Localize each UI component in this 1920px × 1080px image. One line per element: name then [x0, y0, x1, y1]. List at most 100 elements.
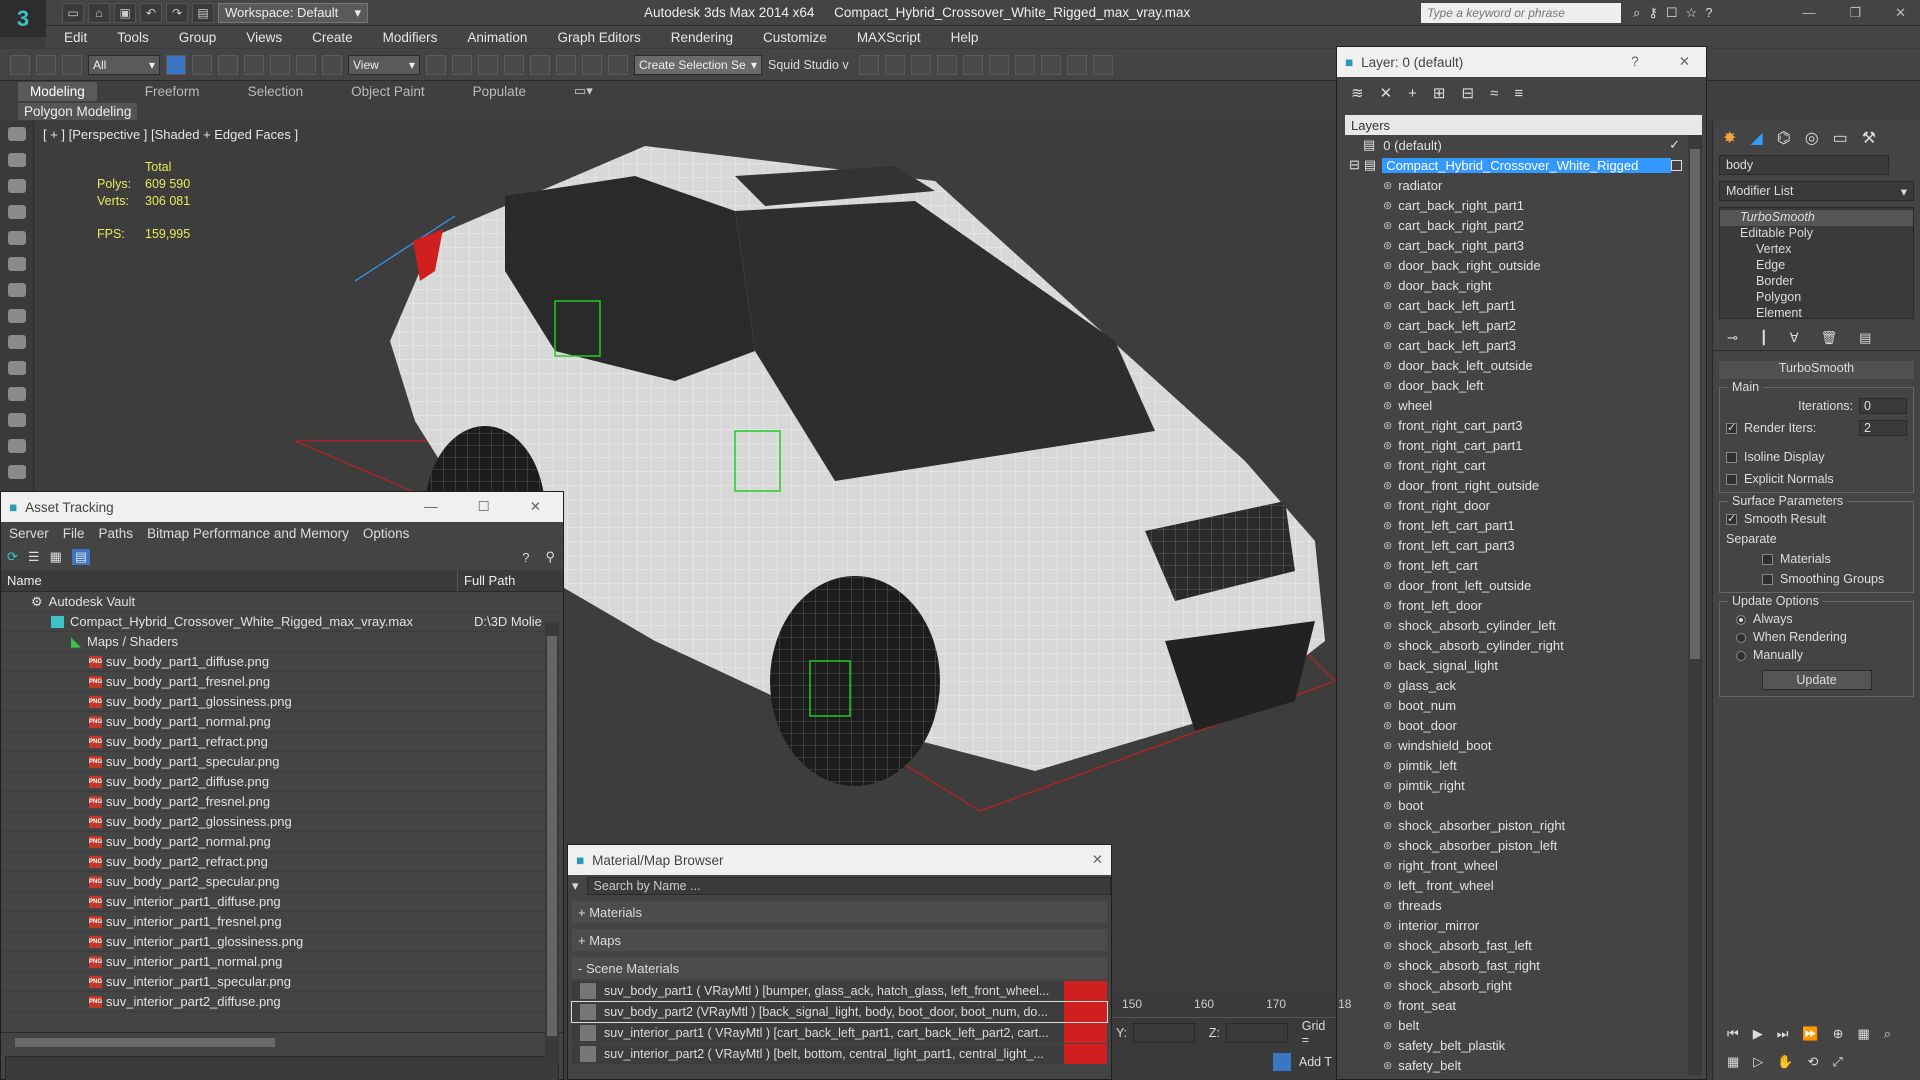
workspace-dropdown[interactable]: Workspace: Default ▾	[218, 2, 368, 23]
stack-border[interactable]: Border	[1720, 274, 1913, 290]
layout-tab-icon[interactable]	[7, 309, 26, 323]
layout-tab-icon[interactable]	[7, 283, 26, 297]
layer-manager-icon[interactable]	[910, 54, 931, 75]
layout-tab-icon[interactable]	[7, 335, 26, 349]
layout-tab-icon[interactable]	[7, 179, 26, 193]
stack-vertex[interactable]: Vertex	[1720, 242, 1913, 258]
menu-views[interactable]: Views	[246, 30, 282, 45]
list-item[interactable]: PNG suv_interior_part1_fresnel.png	[1, 912, 563, 932]
layer-object-item[interactable]: ⊛ front_right_cart_part1	[1345, 435, 1684, 455]
menu-rendering[interactable]: Rendering	[671, 30, 733, 45]
menu-create[interactable]: Create	[312, 30, 353, 45]
layer-object-item[interactable]: ⊛ boot_door	[1345, 715, 1684, 735]
list-item[interactable]: PNG suv_body_part2_refract.png	[1, 852, 563, 872]
layer-object-item[interactable]: ⊛ shock_absorb_right	[1345, 975, 1684, 995]
angle-snap-icon[interactable]	[530, 54, 550, 75]
show-end-result-icon[interactable]: ┃	[1760, 330, 1768, 346]
remove-modifier-icon[interactable]: 🗑	[1821, 330, 1838, 346]
percent-snap-icon[interactable]	[556, 54, 576, 75]
render-iters-checkbox[interactable]	[1726, 421, 1737, 435]
select-layer-icon[interactable]: ⊟	[1462, 84, 1475, 102]
menu-edit[interactable]: Edit	[64, 30, 87, 45]
layer-object-item[interactable]: ⊛ boot_num	[1345, 695, 1684, 715]
keyboard-shortcut-icon[interactable]	[478, 54, 498, 75]
layer-object-item[interactable]: ⊛ front_seat	[1345, 995, 1684, 1015]
bind-space-warp-icon[interactable]	[62, 54, 82, 75]
update-manually-radio[interactable]	[1736, 650, 1746, 661]
material-editor-icon[interactable]	[1014, 54, 1035, 75]
layer-object-item[interactable]: ⊛ front_left_door	[1345, 595, 1684, 615]
spinner-snap-icon[interactable]	[582, 54, 602, 75]
zoom-icon[interactable]: ⌕	[1884, 1026, 1891, 1042]
update-button[interactable]: Update	[1761, 670, 1872, 690]
check-icon[interactable]: ✓	[1669, 137, 1680, 153]
menu-animation[interactable]: Animation	[467, 30, 527, 45]
layer-object-item[interactable]: ⊛ front_right_cart_part3	[1345, 415, 1684, 435]
list-item[interactable]: PNG suv_body_part2_diffuse.png	[1, 772, 563, 792]
close-icon[interactable]: ✕	[1895, 5, 1906, 21]
studio-label[interactable]: Squid Studio v	[768, 58, 849, 72]
make-unique-icon[interactable]: ∀	[1790, 330, 1799, 346]
help-icon[interactable]: ?	[522, 550, 529, 565]
update-when-rendering-radio[interactable]	[1736, 632, 1746, 643]
render-setup-icon[interactable]	[1040, 54, 1061, 75]
redo-icon[interactable]: ↷	[166, 2, 188, 23]
collapse-icon[interactable]: ⊟	[1349, 157, 1360, 173]
ribbon-panel-polygon-modeling[interactable]: Polygon Modeling	[18, 102, 138, 120]
list-item-maps[interactable]: ◣ Maps / Shaders	[1, 632, 563, 652]
schematic-view-icon[interactable]	[988, 54, 1009, 75]
smooth-result-checkbox[interactable]	[1726, 512, 1737, 526]
configure-sets-icon[interactable]: ▤	[1859, 330, 1871, 346]
list-item[interactable]: PNG suv_interior_part2_diffuse.png	[1, 992, 563, 1012]
separate-materials-checkbox[interactable]	[1762, 554, 1773, 566]
hide-all-layers-icon[interactable]: ≡	[1514, 85, 1523, 102]
snaps-toggle-icon[interactable]	[504, 54, 524, 75]
thumbnail-view-icon[interactable]: ▦	[50, 549, 62, 565]
subscription-icon[interactable]: ☐	[1666, 5, 1678, 21]
layer-object-item[interactable]: ⊛ door_back_left	[1345, 375, 1684, 395]
layer-object-item[interactable]: ⊛ cart_back_left_part3	[1345, 335, 1684, 355]
list-view-icon[interactable]: ☰	[28, 549, 40, 565]
new-file-icon[interactable]: ▭	[62, 2, 84, 23]
mirror-icon[interactable]	[858, 54, 879, 75]
menu-modifiers[interactable]: Modifiers	[383, 30, 438, 45]
maximize-icon[interactable]: ☐	[478, 499, 490, 515]
goto-start-icon[interactable]: ⏮	[1727, 1026, 1739, 1042]
render-icon[interactable]	[1092, 54, 1113, 75]
add-time-tag-button[interactable]: Add T	[1299, 1055, 1332, 1069]
field-of-view-icon[interactable]: ▷	[1753, 1054, 1763, 1070]
modify-tab-icon[interactable]: ◢	[1750, 128, 1762, 148]
update-always-radio[interactable]	[1736, 614, 1746, 625]
layout-tab-icon[interactable]	[7, 413, 26, 427]
layout-tab-icon[interactable]	[7, 361, 26, 375]
curve-editor-icon[interactable]	[962, 54, 983, 75]
help-icon[interactable]: ?	[1705, 5, 1712, 21]
layout-tab-icon[interactable]	[7, 439, 26, 453]
scrollbar-thumb[interactable]	[547, 636, 557, 1036]
layer-object-item[interactable]: ⊛ door_back_right	[1345, 275, 1684, 295]
layout-tab-icon[interactable]	[7, 465, 26, 479]
named-selection-dropdown[interactable]: Create Selection Se ▾	[634, 54, 762, 75]
layer-object-item[interactable]: ⊛ cart_back_right_part1	[1345, 195, 1684, 215]
list-item[interactable]: PNG suv_body_part2_glossiness.png	[1, 812, 563, 832]
scrollbar-thumb[interactable]	[15, 1038, 275, 1047]
list-item[interactable]: PNG suv_body_part2_specular.png	[1, 872, 563, 892]
col-path-header[interactable]: Full Path	[458, 570, 515, 591]
explicit-normals-checkbox[interactable]	[1726, 474, 1737, 486]
layer-object-item[interactable]: ⊛ pimtik_right	[1345, 775, 1684, 795]
section-scene-materials[interactable]: - Scene Materials	[572, 957, 1107, 979]
close-icon[interactable]: ✕	[530, 499, 541, 515]
refresh-icon[interactable]: ⟳	[7, 549, 18, 565]
layer-default[interactable]: ▤ 0 (default) ✓	[1345, 135, 1684, 155]
motion-tab-icon[interactable]: ◎	[1805, 128, 1819, 148]
list-item[interactable]: PNG suv_body_part2_fresnel.png	[1, 792, 563, 812]
project-folder-icon[interactable]: ▤	[192, 2, 214, 23]
layout-tab-icon[interactable]	[7, 127, 26, 141]
layer-object-item[interactable]: ⊛ radiator	[1345, 175, 1684, 195]
layer-object-item[interactable]: ⊛ cart_back_right_part3	[1345, 235, 1684, 255]
viewport-label[interactable]: [ + ] [Perspective ] [Shaded + Edged Fac…	[43, 127, 298, 142]
table-view-icon[interactable]: ▤	[71, 549, 91, 565]
layout-tab-icon[interactable]	[7, 205, 26, 219]
time-ruler[interactable]: 150 160 170 18	[1112, 990, 1351, 1018]
minimize-icon[interactable]: —	[424, 499, 438, 515]
